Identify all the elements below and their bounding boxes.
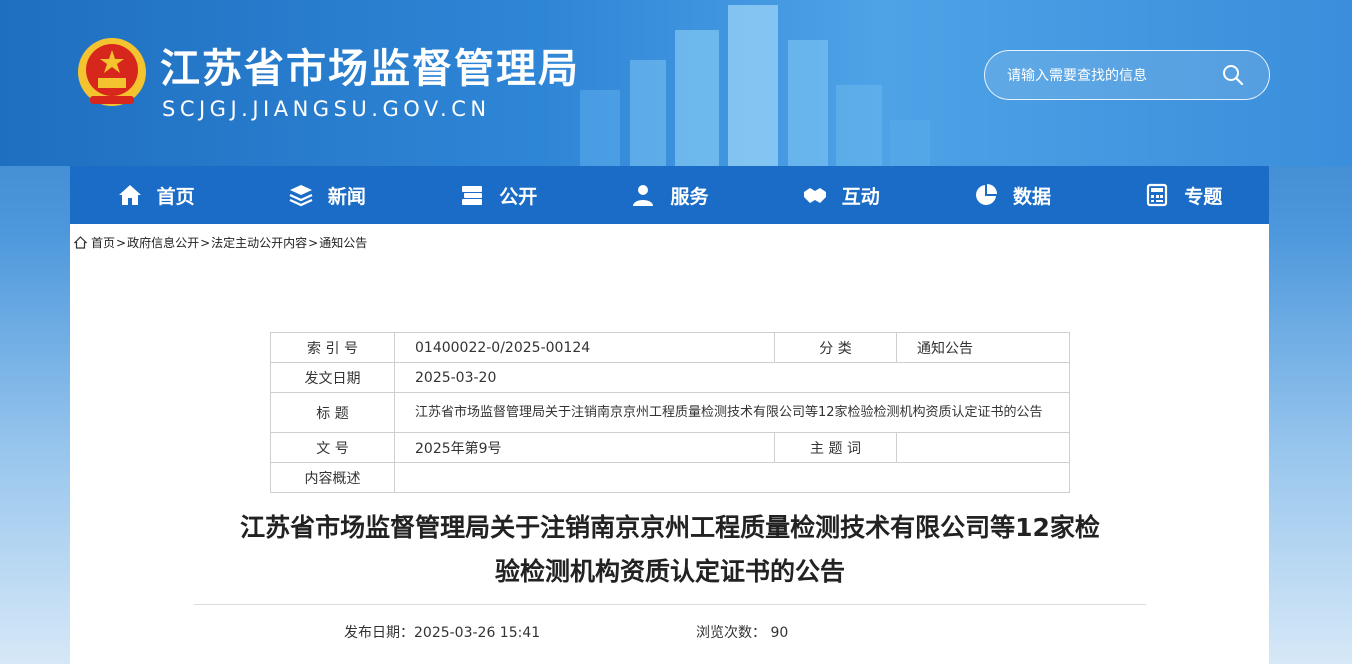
- header-banner: 江苏省市场监督管理局 SCJGJ.JIANGSU.GOV.CN: [0, 0, 1352, 166]
- nav-item-public[interactable]: 公开: [413, 166, 584, 224]
- home-icon: [74, 236, 87, 249]
- publish-date: 发布日期：2025-03-26 15:41: [344, 625, 541, 641]
- breadcrumb-statutory[interactable]: 法定主动公开内容: [211, 234, 307, 251]
- index-value: 01400022-0/2025-00124: [394, 332, 775, 363]
- keywords-value: [896, 432, 1070, 463]
- nav-label: 互动: [841, 185, 880, 208]
- view-count: 浏览次数： 90: [696, 625, 789, 641]
- search-input[interactable]: [1007, 63, 1217, 89]
- pie-chart-icon: [976, 184, 998, 205]
- home-icon: [118, 185, 141, 205]
- nav-item-data[interactable]: 数据: [926, 166, 1097, 224]
- table-row: 标 题 江苏省市场监督管理局关于注销南京京州工程质量检测技术有限公司等12家检验…: [270, 392, 1070, 433]
- table-row: 文 号 2025年第9号 主 题 词: [270, 432, 1070, 463]
- docno-value: 2025年第9号: [394, 432, 775, 463]
- handshake-icon: [803, 188, 826, 203]
- index-label: 索 引 号: [270, 332, 395, 363]
- city-skyline-graphic: [580, 5, 930, 166]
- documents-icon: [462, 186, 483, 205]
- divider: [194, 604, 1146, 605]
- content-panel: 首页 > 政府信息公开 > 法定主动公开内容 > 通知公告 索 引 号 0140…: [70, 224, 1269, 664]
- title-label: 标 题: [270, 392, 395, 433]
- national-emblem-icon: [78, 38, 146, 106]
- calculator-icon: [1147, 183, 1168, 207]
- nav-label: 公开: [499, 185, 538, 208]
- nav-item-service[interactable]: 服务: [584, 166, 755, 224]
- nav-item-topics[interactable]: 专题: [1098, 166, 1269, 224]
- category-label: 分 类: [774, 332, 897, 363]
- table-row: 发文日期 2025-03-20: [270, 362, 1070, 393]
- keywords-label: 主 题 词: [774, 432, 897, 463]
- users-icon: [633, 185, 654, 206]
- summary-label: 内容概述: [270, 462, 395, 493]
- nav-label: 服务: [670, 185, 709, 208]
- nav-item-home[interactable]: 首页: [70, 166, 241, 224]
- article-title: 江苏省市场监督管理局关于注销南京京州工程质量检测技术有限公司等12家检 验检测机…: [200, 506, 1140, 594]
- breadcrumb-home[interactable]: 首页: [91, 234, 115, 251]
- breadcrumb-notices[interactable]: 通知公告: [319, 234, 367, 251]
- document-meta-table: 索 引 号 01400022-0/2025-00124 分 类 通知公告 发文日…: [270, 332, 1070, 493]
- nav-item-interact[interactable]: 互动: [755, 166, 926, 224]
- table-row: 索 引 号 01400022-0/2025-00124 分 类 通知公告: [270, 332, 1070, 363]
- table-row: 内容概述: [270, 462, 1070, 493]
- nav-label: 新闻: [327, 185, 366, 208]
- summary-value: [394, 462, 1070, 493]
- site-domain: SCJGJ.JIANGSU.GOV.CN: [162, 97, 491, 121]
- date-label: 发文日期: [270, 362, 395, 393]
- date-value: 2025-03-20: [394, 362, 1070, 393]
- layers-icon: [289, 185, 313, 207]
- article-title-line: 江苏省市场监督管理局关于注销南京京州工程质量检测技术有限公司等12家检: [240, 513, 1100, 542]
- nav-label: 数据: [1013, 185, 1052, 208]
- site-title: 江苏省市场监督管理局: [160, 46, 580, 92]
- docno-label: 文 号: [270, 432, 395, 463]
- breadcrumb: 首页 > 政府信息公开 > 法定主动公开内容 > 通知公告: [74, 234, 367, 251]
- category-value: 通知公告: [896, 332, 1070, 363]
- search-icon[interactable]: [1222, 64, 1244, 86]
- nav-label: 首页: [156, 185, 195, 208]
- title-value: 江苏省市场监督管理局关于注销南京京州工程质量检测技术有限公司等12家检验检测机构…: [394, 392, 1070, 433]
- article-title-line: 验检测机构资质认定证书的公告: [494, 557, 845, 586]
- nav-label: 专题: [1184, 185, 1223, 208]
- breadcrumb-gov-info[interactable]: 政府信息公开: [127, 234, 199, 251]
- nav-item-news[interactable]: 新闻: [241, 166, 412, 224]
- main-nav: 首页 新闻 公开 服务 互动 数据 专题: [70, 166, 1269, 224]
